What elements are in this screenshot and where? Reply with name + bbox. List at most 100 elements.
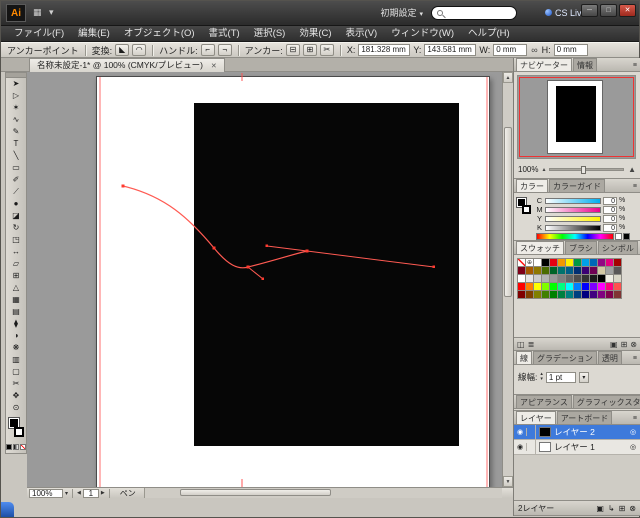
- tab-symbols[interactable]: シンボル: [598, 241, 638, 254]
- stroke-swatch[interactable]: [14, 427, 24, 437]
- menu-item-7[interactable]: ウィンドウ(W): [384, 26, 461, 42]
- convert-to-smooth-button[interactable]: ◠: [132, 44, 146, 56]
- remove-anchor-button[interactable]: ⊟: [286, 44, 300, 56]
- handle-line-right[interactable]: [307, 251, 434, 267]
- tab-stroke[interactable]: 線: [516, 351, 532, 364]
- column-graph-tool[interactable]: ▥: [6, 354, 26, 366]
- visibility-eye-icon[interactable]: ◉: [514, 428, 527, 436]
- slider-track[interactable]: [545, 216, 601, 222]
- hand-tool[interactable]: ✥: [6, 390, 26, 402]
- layer-row[interactable]: ◉ レイヤー 1◎: [514, 440, 640, 455]
- tab-transparency[interactable]: 透明: [598, 351, 622, 364]
- minimize-button[interactable]: ─: [581, 4, 598, 17]
- stroke-weight-stepper[interactable]: ▴▾: [540, 372, 543, 382]
- tab-close-icon[interactable]: ✕: [211, 63, 217, 70]
- tab-info[interactable]: 情報: [573, 58, 597, 71]
- direct-selection-tool[interactable]: ▷: [6, 90, 26, 102]
- white-swatch[interactable]: [615, 233, 622, 240]
- free-transform-tool[interactable]: ▱: [6, 258, 26, 270]
- search-input[interactable]: [431, 6, 517, 20]
- taskbar-start-corner[interactable]: [1, 502, 14, 517]
- document-tab[interactable]: 名称未設定-1* @ 100% (CMYK/プレビュー)✕: [29, 58, 225, 72]
- tab-brushes[interactable]: ブラシ: [565, 241, 597, 254]
- zoom-out-icon[interactable]: ▴: [542, 166, 545, 173]
- tab-navigator[interactable]: ナビゲーター: [516, 58, 572, 71]
- menu-item-2[interactable]: オブジェクト(O): [117, 26, 202, 42]
- x-field[interactable]: 181.328 mm: [358, 44, 410, 56]
- pen-tool[interactable]: ✎: [6, 126, 26, 138]
- navigator-zoom-value[interactable]: 100%: [518, 165, 538, 174]
- anchor-point[interactable]: [213, 247, 216, 250]
- menu-item-0[interactable]: ファイル(F): [7, 26, 71, 42]
- rectangle-tool[interactable]: ▭: [6, 162, 26, 174]
- magic-wand-tool[interactable]: ✶: [6, 102, 26, 114]
- zoom-in-icon[interactable]: ▲: [628, 165, 636, 174]
- add-anchor-button[interactable]: ⊞: [303, 44, 317, 56]
- lasso-tool[interactable]: ∿: [6, 114, 26, 126]
- tab-layers[interactable]: レイヤー: [516, 411, 556, 424]
- scroll-up-icon[interactable]: ▲: [503, 72, 513, 83]
- link-dimensions-icon[interactable]: ∞: [531, 45, 537, 55]
- w-field[interactable]: 0 mm: [493, 44, 527, 56]
- rotate-tool[interactable]: ↻: [6, 222, 26, 234]
- tab-graphic-styles[interactable]: グラフィックスタイル: [573, 395, 640, 408]
- y-field[interactable]: 143.581 mm: [424, 44, 476, 56]
- target-icon[interactable]: ◎: [626, 443, 640, 451]
- slider-track[interactable]: [545, 198, 601, 204]
- bridge-icon[interactable]: ▦: [33, 7, 42, 18]
- blob-brush-tool[interactable]: ●: [6, 198, 26, 210]
- bezier-path[interactable]: [123, 186, 307, 268]
- target-icon[interactable]: ◎: [626, 428, 640, 436]
- horizontal-scroll-thumb[interactable]: [180, 489, 330, 496]
- symbol-sprayer-tool[interactable]: ❋: [6, 342, 26, 354]
- new-swatch-icon[interactable]: ⊞: [621, 340, 628, 349]
- line-segment-tool[interactable]: ╲: [6, 150, 26, 162]
- scroll-down-icon[interactable]: ▼: [503, 476, 513, 487]
- tab-color[interactable]: カラー: [516, 179, 548, 192]
- horizontal-scrollbar[interactable]: [144, 488, 502, 498]
- selection-tool[interactable]: ➤: [6, 78, 26, 90]
- width-tool[interactable]: ↔: [6, 246, 26, 258]
- shape-builder-tool[interactable]: ⊞: [6, 270, 26, 282]
- hide-handles-button[interactable]: ¬: [218, 44, 232, 56]
- lock-cell[interactable]: [527, 425, 536, 440]
- color-spectrum[interactable]: [536, 233, 614, 240]
- perspective-grid-tool[interactable]: △: [6, 282, 26, 294]
- artboard-tool[interactable]: ▢: [6, 366, 26, 378]
- slider-track[interactable]: [545, 225, 601, 231]
- stroke-swatch[interactable]: [522, 205, 531, 214]
- zoom-dropdown-icon[interactable]: ▾: [63, 490, 70, 497]
- canvas-area[interactable]: ▲ ▼ 100% ▾ ◀ 1 ▶ ペン: [27, 72, 513, 498]
- fill-stroke-control[interactable]: [6, 416, 26, 442]
- swatch-kinds-icon[interactable]: ≣: [528, 340, 535, 349]
- swatch[interactable]: [613, 290, 622, 299]
- none-mode-button[interactable]: [20, 444, 26, 450]
- scale-tool[interactable]: ◳: [6, 234, 26, 246]
- handle-end-point[interactable]: [266, 245, 269, 248]
- h-field[interactable]: 0 mm: [554, 44, 588, 56]
- handle-end-point[interactable]: [433, 266, 436, 269]
- layer-name[interactable]: レイヤー 1: [554, 441, 626, 453]
- visibility-eye-icon[interactable]: ◉: [514, 443, 527, 451]
- vertical-scrollbar[interactable]: ▲ ▼: [502, 72, 513, 487]
- artboard-number-field[interactable]: 1: [83, 489, 99, 498]
- navigator-preview[interactable]: [517, 75, 636, 159]
- anchor-point[interactable]: [247, 266, 250, 269]
- zoom-level-field[interactable]: 100%: [29, 489, 63, 498]
- handle-end-point[interactable]: [262, 278, 265, 281]
- slider-track[interactable]: [545, 207, 601, 213]
- slider-value-field[interactable]: 0: [603, 224, 617, 232]
- new-layer-icon[interactable]: ⊞: [619, 504, 626, 513]
- menu-item-3[interactable]: 書式(T): [202, 26, 247, 42]
- eraser-tool[interactable]: ◪: [6, 210, 26, 222]
- panel-menu-icon[interactable]: ≡: [630, 62, 640, 71]
- next-artboard-icon[interactable]: ▶: [99, 490, 107, 496]
- gradient-mode-button[interactable]: [13, 444, 19, 450]
- anchor-point[interactable]: [306, 250, 309, 253]
- pencil-tool[interactable]: ⟋: [6, 186, 26, 198]
- slider-value-field[interactable]: 0: [603, 206, 617, 214]
- menu-item-6[interactable]: 表示(V): [339, 26, 385, 42]
- previous-artboard-icon[interactable]: ◀: [75, 490, 83, 496]
- black-swatch[interactable]: [623, 233, 630, 240]
- tab-swatches[interactable]: スウォッチ: [516, 241, 564, 254]
